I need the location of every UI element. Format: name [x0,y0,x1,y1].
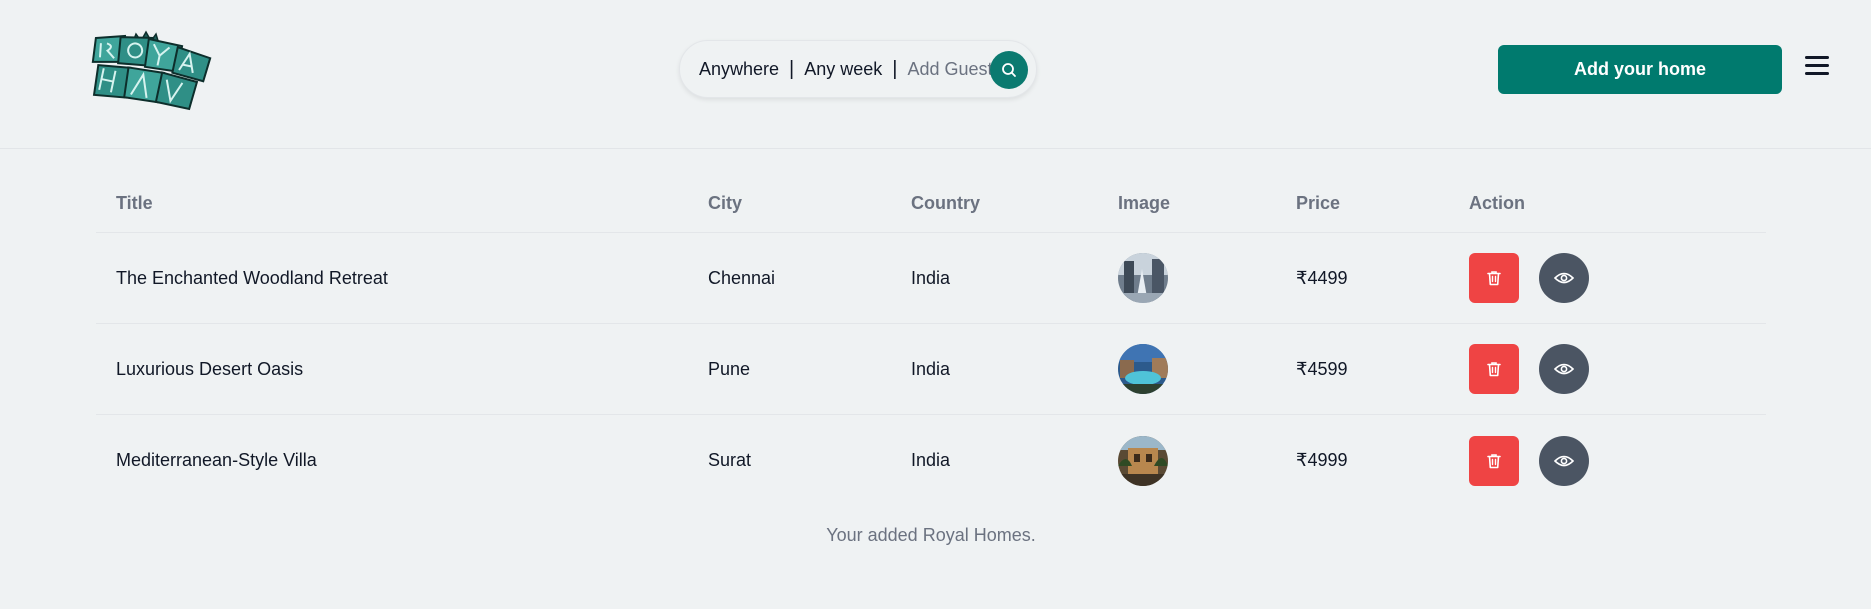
trash-icon [1487,453,1501,468]
search-separator: | [789,57,795,80]
table-row: Mediterranean-Style Villa Surat India ₹4… [96,415,1766,506]
home-title: Luxurious Desert Oasis [116,358,304,379]
home-price: ₹4599 [1296,358,1348,379]
home-country: India [911,267,951,288]
table-header-row: Title City Country Image Price Action [96,174,1766,233]
delete-button[interactable] [1469,435,1519,486]
delete-button[interactable] [1469,344,1519,394]
column-header-price: Price [1296,192,1341,213]
home-city: Chennai [708,267,776,288]
column-header-title: Title [116,192,153,213]
home-city: Surat [708,450,752,470]
home-actions [1469,415,1589,506]
location-filter[interactable]: Anywhere [699,59,779,80]
home-title: Mediterranean-Style Villa [116,450,317,470]
home-price: ₹4999 [1296,450,1348,470]
home-country: India [911,358,951,379]
home-thumbnail [1118,253,1168,303]
guests-filter[interactable]: Add Guest [908,59,993,80]
column-header-country: Country [911,192,980,213]
royal-haven-logo[interactable] [84,28,216,116]
home-price: ₹4499 [1296,267,1348,288]
search-bar[interactable]: Anywhere | Any week | Add Guest [679,40,1037,98]
home-actions [1469,324,1589,414]
view-button[interactable] [1539,344,1589,394]
search-button[interactable] [990,51,1028,89]
view-button[interactable] [1539,435,1589,486]
navbar: Anywhere | Any week | Add Guest Add your… [0,0,1871,149]
table-caption: Your added Royal Homes. [826,525,1036,545]
table-row: The Enchanted Woodland Retreat Chennai I… [96,233,1766,324]
home-actions [1469,233,1589,323]
eye-icon [1554,455,1574,466]
home-image-cell [1118,415,1168,506]
trash-icon [1487,271,1501,286]
eye-icon [1554,363,1574,375]
add-your-home-button[interactable]: Add your home [1498,45,1782,94]
homes-table: Title City Country Image Price Action Th… [96,174,1766,506]
home-thumbnail [1118,435,1168,486]
column-header-action: Action [1469,192,1525,213]
home-city: Pune [708,358,751,379]
delete-button[interactable] [1469,253,1519,303]
eye-icon [1554,272,1574,284]
hamburger-menu-icon[interactable] [1805,56,1829,78]
column-header-image: Image [1118,192,1171,213]
home-image-cell [1118,233,1168,323]
search-icon [1002,63,1016,77]
column-header-city: City [708,192,743,213]
search-separator: | [892,57,898,80]
home-thumbnail [1118,344,1168,394]
home-country: India [911,450,951,470]
home-title: The Enchanted Woodland Retreat [116,267,388,288]
table-row: Luxurious Desert Oasis Pune India ₹4599 [96,324,1766,415]
view-button[interactable] [1539,253,1589,303]
trash-icon [1487,362,1501,377]
home-image-cell [1118,324,1168,414]
dates-filter[interactable]: Any week [804,59,882,80]
